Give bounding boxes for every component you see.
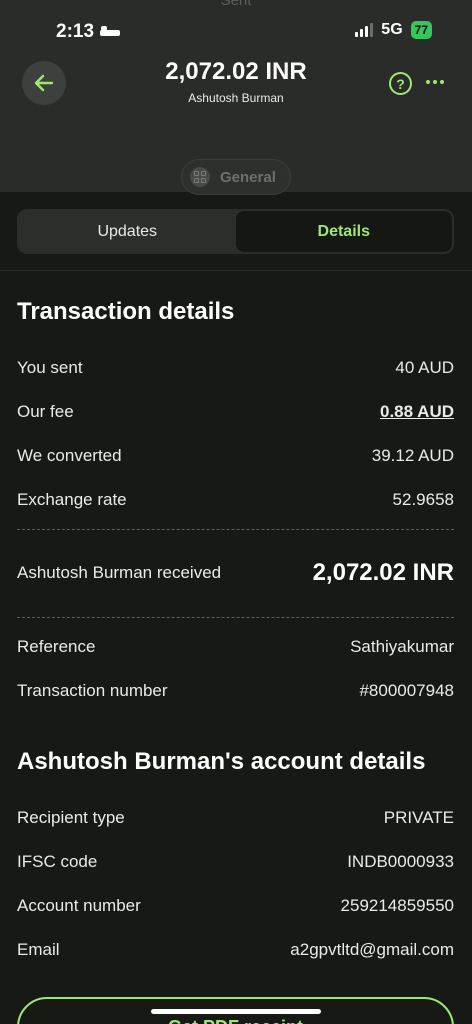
transaction-details-title: Transaction details	[17, 298, 235, 325]
row-reference: Reference Sathiyakumar	[17, 635, 454, 659]
reference-value: Sathiyakumar	[350, 637, 454, 656]
exchange-rate-label: Exchange rate	[17, 490, 127, 509]
ifsc-value: INDB0000933	[347, 852, 454, 871]
status-indicators: 5G 77	[355, 21, 432, 39]
tab-bar: Updates Details	[17, 209, 454, 254]
account-details-title: Ashutosh Burman's account details	[17, 748, 426, 775]
converted-value: 39.12 AUD	[371, 446, 454, 465]
battery-icon: 77	[410, 21, 432, 39]
received-value: 2,072.02 INR	[312, 559, 454, 586]
row-converted: We converted 39.12 AUD	[17, 444, 454, 468]
battery-level: 77	[414, 23, 428, 37]
category-grid-icon	[190, 167, 210, 187]
row-exchange-rate: Exchange rate 52.9658	[17, 488, 454, 512]
tab-updates[interactable]: Updates	[19, 211, 236, 252]
exchange-rate-value: 52.9658	[392, 490, 454, 509]
divider	[0, 270, 472, 271]
account-number-label: Account number	[17, 896, 141, 915]
fee-label: Our fee	[17, 402, 74, 421]
row-our-fee: Our fee 0.88 AUD	[17, 400, 454, 424]
ghost-status-label: Sent	[220, 0, 252, 9]
sleep-focus-icon	[100, 26, 121, 38]
reference-label: Reference	[17, 637, 96, 656]
network-type: 5G	[381, 21, 403, 38]
home-indicator	[151, 1009, 321, 1014]
more-options-icon[interactable]	[426, 80, 446, 86]
transaction-number-label: Transaction number	[17, 681, 168, 700]
fee-link[interactable]: 0.88 AUD	[380, 402, 454, 422]
category-label: General	[220, 168, 276, 186]
dashed-divider	[17, 617, 454, 618]
row-transaction-number: Transaction number #800007948	[17, 679, 454, 703]
category-chip[interactable]: General	[181, 159, 291, 195]
transaction-number-value: #800007948	[359, 681, 454, 700]
row-ifsc: IFSC code INDB0000933	[17, 850, 454, 874]
converted-label: We converted	[17, 446, 122, 465]
email-value: a2gpvtltd@gmail.com	[290, 940, 454, 959]
row-recipient-type: Recipient type PRIVATE	[17, 806, 454, 830]
cellular-signal-icon	[355, 23, 374, 37]
recipient-type-value: PRIVATE	[383, 808, 454, 827]
status-time: 2:13	[56, 21, 121, 43]
help-icon[interactable]: ?	[389, 72, 412, 95]
recipient-type-label: Recipient type	[17, 808, 125, 827]
row-email: Email a2gpvtltd@gmail.com	[17, 938, 454, 962]
you-sent-value: 40 AUD	[395, 358, 454, 377]
tab-details[interactable]: Details	[235, 211, 452, 252]
row-you-sent: You sent 40 AUD	[17, 356, 454, 380]
email-label: Email	[17, 940, 60, 959]
you-sent-label: You sent	[17, 358, 83, 377]
row-account-number: Account number 259214859550	[17, 894, 454, 918]
account-number-value: 259214859550	[340, 896, 454, 915]
header-area: Sent 2:13 5G 77 2,072.02 INR Ashutosh Bu…	[0, 0, 472, 195]
dashed-divider	[17, 529, 454, 530]
ifsc-label: IFSC code	[17, 852, 98, 871]
row-received: Ashutosh Burman received 2,072.02 INR	[17, 558, 454, 588]
status-time-text: 2:13	[56, 21, 95, 42]
received-label: Ashutosh Burman received	[17, 563, 222, 582]
